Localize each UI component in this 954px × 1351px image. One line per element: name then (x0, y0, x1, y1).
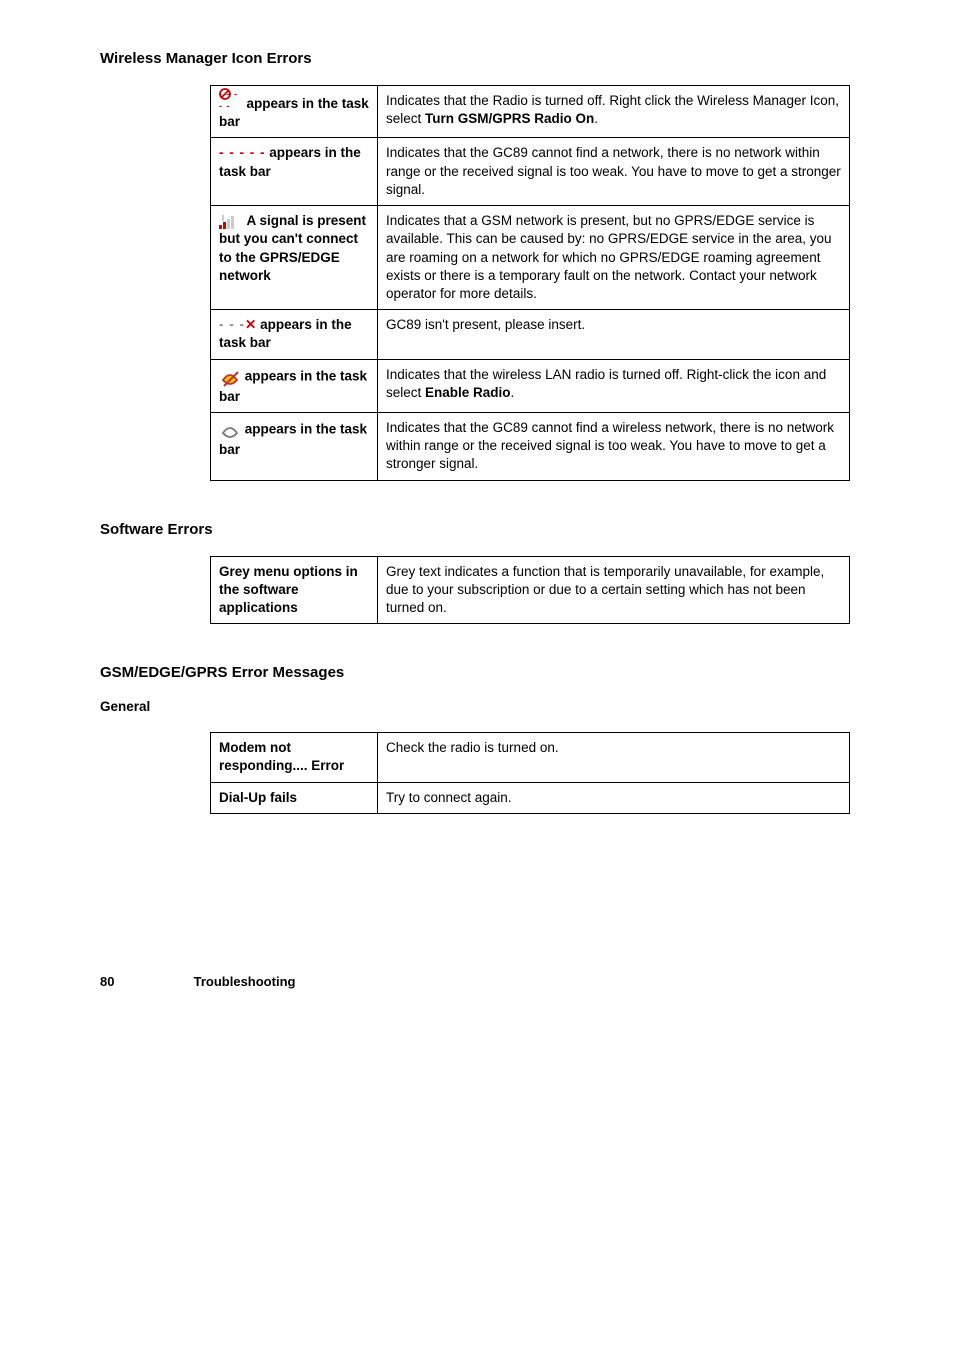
table-row: appears in the task barIndicates that th… (211, 412, 850, 480)
icon-radio-off-row: - - - - - appears in the task bar (211, 86, 378, 138)
description-cell: Indicates that a GSM network is present,… (378, 206, 850, 310)
icon-no-network-row: - - - - - appears in the task bar (211, 138, 378, 206)
table-row: Grey menu options in the software applic… (211, 556, 850, 624)
page-footer: 80 Troubleshooting (100, 974, 884, 989)
table-row: - - - - - appears in the task barIndicat… (211, 86, 850, 138)
description-cell: GC89 isn't present, please insert. (378, 310, 850, 359)
icon-not-present-row: - - -✕ appears in the task bar (211, 310, 378, 359)
table-gsm-errors: Modem not responding.... ErrorCheck the … (210, 732, 884, 814)
table-row: appears in the task barIndicates that th… (211, 359, 850, 412)
icon-wlan-off-row: appears in the task bar (211, 359, 378, 412)
table-wireless-errors: - - - - - appears in the task barIndicat… (210, 85, 884, 481)
icon-wlan-no-net-row: appears in the task bar (211, 412, 378, 480)
description-cell: Indicates that the GC89 cannot find a wi… (378, 412, 850, 480)
section-title-gsm: GSM/EDGE/GPRS Error Messages (100, 664, 884, 681)
subhead-general: General (100, 699, 884, 714)
grey-menu-row: Grey menu options in the software applic… (211, 556, 378, 624)
chapter-name: Troubleshooting (194, 974, 296, 989)
page-number: 80 (100, 974, 190, 989)
description-cell: Indicates that the GC89 cannot find a ne… (378, 138, 850, 206)
table-row: - - -✕ appears in the task barGC89 isn't… (211, 310, 850, 359)
description-cell: Grey text indicates a function that is t… (378, 556, 850, 624)
description-cell: Indicates that the Radio is turned off. … (378, 86, 850, 138)
modem-not-responding-row: Modem not responding.... Error (211, 733, 378, 782)
table-row: A signal is present but you can't connec… (211, 206, 850, 310)
description-cell: Try to connect again. (378, 782, 850, 813)
section-title-wireless: Wireless Manager Icon Errors (100, 50, 884, 67)
icon-signal-no-gprs-row: A signal is present but you can't connec… (211, 206, 378, 310)
table-row: - - - - - appears in the task barIndicat… (211, 138, 850, 206)
section-title-software: Software Errors (100, 521, 884, 538)
description-cell: Indicates that the wireless LAN radio is… (378, 359, 850, 412)
dialup-fails-row: Dial-Up fails (211, 782, 378, 813)
table-row: Modem not responding.... ErrorCheck the … (211, 733, 850, 782)
description-cell: Check the radio is turned on. (378, 733, 850, 782)
table-row: Dial-Up failsTry to connect again. (211, 782, 850, 813)
table-software-errors: Grey menu options in the software applic… (210, 556, 884, 625)
